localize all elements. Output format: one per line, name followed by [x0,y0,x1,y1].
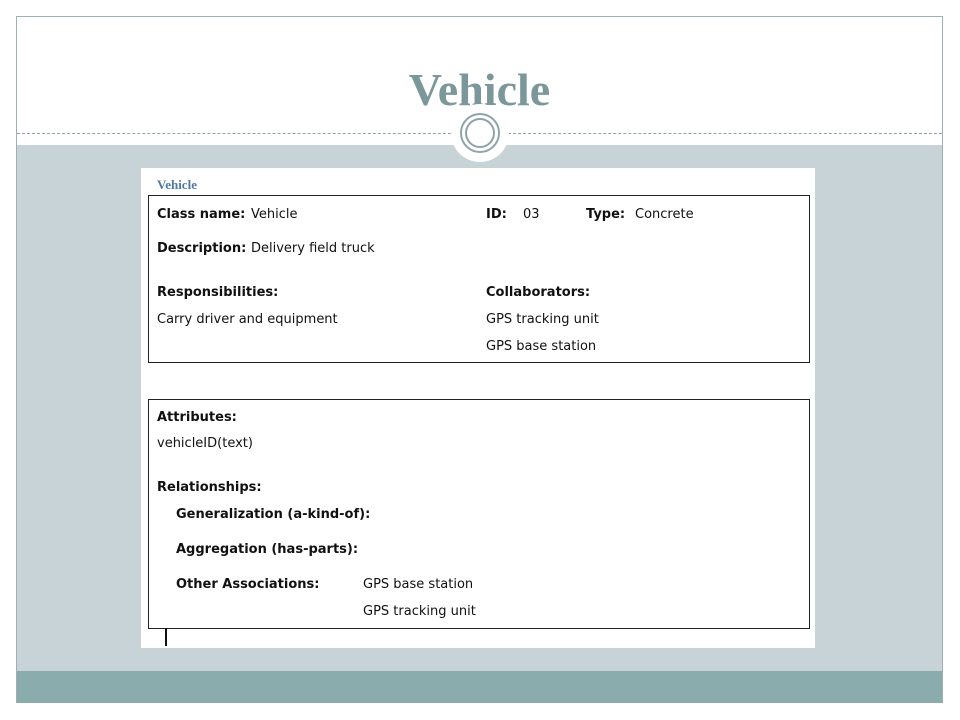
type-value: Concrete [635,207,694,222]
collaborator-item: GPS tracking unit [486,312,599,327]
id-value: 03 [523,207,540,222]
ornament-outer-ring [460,113,500,153]
type-label: Type: [586,207,626,222]
class-name-label: Class name: [157,207,246,222]
association-item: GPS tracking unit [363,604,476,619]
responsibilities-label: Responsibilities: [157,285,279,300]
ornament-inner-ring [465,118,495,148]
generalization-label: Generalization (a-kind-of): [176,507,371,522]
class-name-value: Vehicle [251,207,298,222]
responsibility-item: Carry driver and equipment [157,312,338,327]
relationships-label: Relationships: [157,480,262,495]
id-label: ID: [486,207,507,222]
text-cursor [165,628,167,646]
aggregation-label: Aggregation (has-parts): [176,542,359,557]
association-item: GPS base station [363,577,474,592]
attributes-relationships-box: Attributes: vehicleID(text) Relationship… [148,399,810,629]
attributes-label: Attributes: [157,410,237,425]
description-value: Delivery field truck [251,241,375,256]
crc-card-image: Vehicle Class name: Vehicle ID: 03 Type:… [141,168,815,648]
other-associations-label: Other Associations: [176,577,320,592]
collaborator-item: GPS base station [486,339,597,354]
circle-ornament-icon [451,104,509,162]
footer-band [17,671,942,703]
description-label: Description: [157,241,247,256]
class-info-box: Class name: Vehicle ID: 03 Type: Concret… [148,195,810,363]
collaborators-label: Collaborators: [486,285,591,300]
card-heading: Vehicle [157,177,197,192]
attribute-item: vehicleID(text) [157,436,253,451]
